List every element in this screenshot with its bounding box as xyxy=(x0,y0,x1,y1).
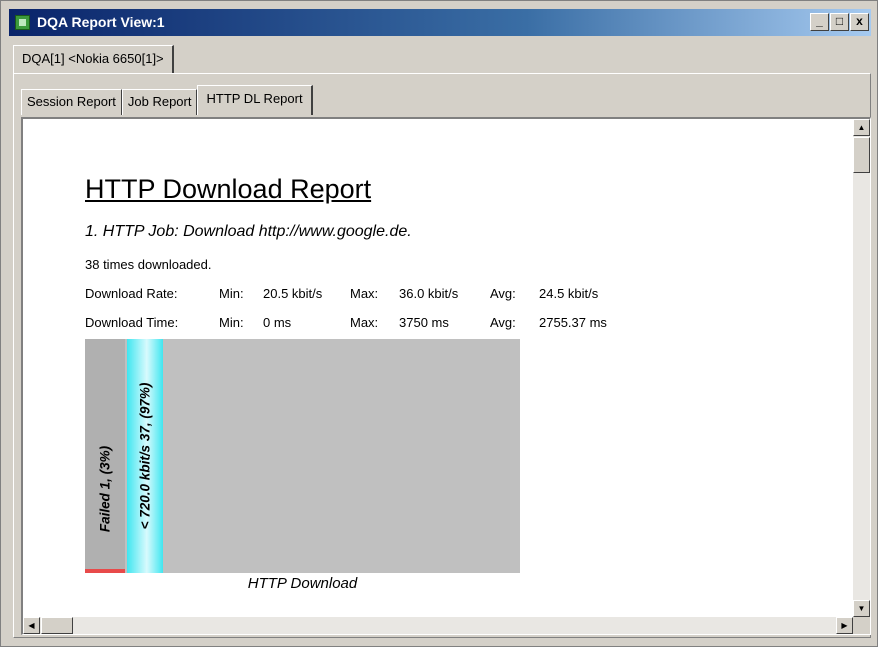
rate-min-label: Min: xyxy=(219,286,244,301)
job-description: 1. HTTP Job: Download http://www.google.… xyxy=(85,223,412,240)
vertical-scroll-thumb[interactable] xyxy=(853,137,870,173)
horizontal-scroll-thumb[interactable] xyxy=(41,617,73,634)
rate-avg-label: Avg: xyxy=(490,286,516,301)
close-button[interactable]: x xyxy=(850,13,869,31)
scroll-left-button[interactable]: ◀ xyxy=(23,617,40,634)
tab-session-report[interactable]: Session Report xyxy=(21,89,122,115)
rate-max-value: 36.0 kbit/s xyxy=(399,286,459,301)
tab-dqa-nokia[interactable]: DQA[1] <Nokia 6650[1]> xyxy=(13,45,174,73)
rate-max-label: Max: xyxy=(350,286,379,301)
download-time-label: Download Time: xyxy=(85,315,179,330)
time-min-label: Min: xyxy=(219,315,244,330)
bar-under-720-label: < 720.0 kbit/s 37, (97%) xyxy=(137,382,153,530)
tab-http-dl-report[interactable]: HTTP DL Report xyxy=(197,85,313,115)
window-controls: _ □ x xyxy=(810,13,869,31)
report-tabs: Session Report Job Report HTTP DL Report xyxy=(21,85,313,115)
download-rate-label: Download Rate: xyxy=(85,286,178,301)
title-bar[interactable]: DQA Report View:1 _ □ x xyxy=(9,9,871,36)
window-title: DQA Report View:1 xyxy=(37,14,165,30)
time-max-label: Max: xyxy=(350,315,379,330)
app-icon xyxy=(15,15,30,30)
vertical-scrollbar[interactable]: ▲ ▼ xyxy=(853,119,870,617)
scroll-right-button[interactable]: ▶ xyxy=(836,617,853,634)
time-avg-value: 2755.37 ms xyxy=(539,315,607,330)
time-min-value: 0 ms xyxy=(263,315,292,330)
bar-failed: Failed 1, (3%) xyxy=(85,339,125,573)
rate-min-value: 20.5 kbit/s xyxy=(263,286,323,301)
scrollbar-corner xyxy=(853,617,870,634)
time-max-value: 3750 ms xyxy=(399,315,449,330)
minimize-button[interactable]: _ xyxy=(810,13,829,31)
report-content: HTTP Download Report 1. HTTP Job: Downlo… xyxy=(21,117,871,635)
download-count: 38 times downloaded. xyxy=(85,257,212,272)
chart-caption: HTTP Download xyxy=(247,575,358,592)
bar-under-720: < 720.0 kbit/s 37, (97%) xyxy=(127,339,163,573)
bar-failed-label: Failed 1, (3%) xyxy=(97,445,113,533)
tab-job-report[interactable]: Job Report xyxy=(121,89,198,115)
time-avg-label: Avg: xyxy=(490,315,516,330)
scroll-up-button[interactable]: ▲ xyxy=(853,119,870,136)
bar-failed-marker xyxy=(85,569,125,573)
http-download-chart: Failed 1, (3%) < 720.0 kbit/s 37, (97%) xyxy=(85,339,520,573)
horizontal-scrollbar[interactable]: ◀ ▶ xyxy=(23,617,853,634)
maximize-button[interactable]: □ xyxy=(830,13,849,31)
report-title: HTTP Download Report xyxy=(85,174,372,204)
report-window: DQA Report View:1 _ □ x DQA[1] <Nokia 66… xyxy=(0,0,878,647)
scroll-down-button[interactable]: ▼ xyxy=(853,600,870,617)
rate-avg-value: 24.5 kbit/s xyxy=(539,286,599,301)
